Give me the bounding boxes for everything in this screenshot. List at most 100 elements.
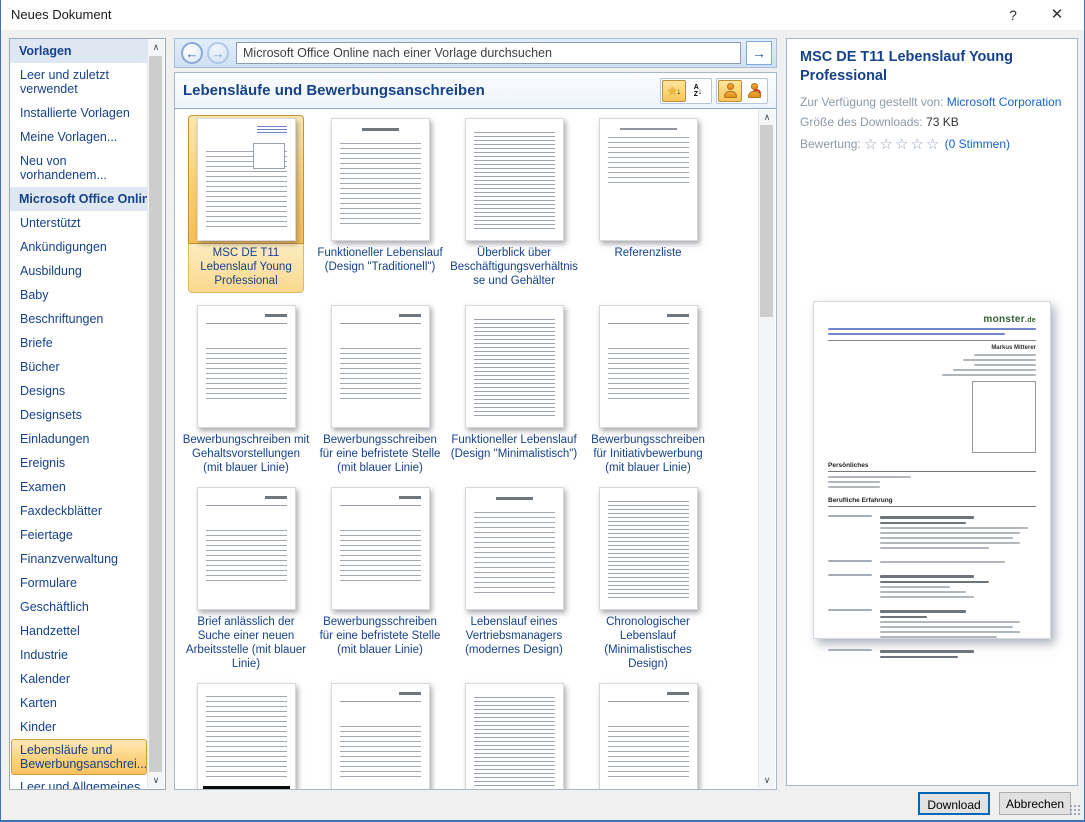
template-item[interactable] — [581, 680, 715, 790]
search-input[interactable] — [236, 42, 741, 64]
sidebar-item[interactable]: Finanzverwaltung — [10, 547, 148, 571]
resize-grip[interactable] — [1069, 804, 1081, 816]
scroll-up-icon[interactable]: ∧ — [148, 40, 164, 55]
template-thumbnail-frame — [188, 302, 304, 431]
template-grid: MSC DE T11 Lebenslauf Young Professional… — [175, 110, 758, 789]
template-thumbnail — [465, 305, 564, 428]
template-thumbnail-frame — [456, 115, 572, 244]
show-customer-templates-button[interactable] — [718, 80, 742, 102]
dialog-title: Neues Dokument — [11, 7, 111, 22]
sidebar-item[interactable]: Unterstützt — [10, 211, 148, 235]
help-icon[interactable]: ? — [1002, 5, 1024, 25]
sidebar-item[interactable]: Examen — [10, 475, 148, 499]
template-item[interactable]: Funktioneller Lebenslauf (Design "Tradit… — [313, 115, 447, 293]
sidebar-item[interactable]: Kalender — [10, 667, 148, 691]
go-icon: → — [752, 45, 766, 61]
template-item[interactable]: Funktioneller Lebenslauf (Design "Minima… — [447, 302, 581, 475]
sidebar-item[interactable]: Neu von vorhandenem... — [10, 149, 148, 187]
sidebar-scroll-thumb[interactable] — [149, 56, 162, 772]
template-item[interactable]: Bewerbungschreiben mit Gehaltsvorstellun… — [179, 302, 313, 475]
sidebar-group-header: Vorlagen — [10, 39, 148, 63]
sidebar-item[interactable]: Kinder — [10, 715, 148, 739]
template-item[interactable]: Chronologischer Lebenslauf (Minimalistis… — [581, 484, 715, 671]
template-thumbnail-frame — [322, 680, 438, 790]
rating-label: Bewertung: — [800, 137, 861, 151]
sidebar-item[interactable]: Designsets — [10, 403, 148, 427]
template-item[interactable]: Bewerbungsschreiben für Initiativbewerbu… — [581, 302, 715, 475]
template-thumbnail — [599, 487, 698, 610]
template-item[interactable] — [179, 680, 313, 790]
template-details-panel: MSC DE T11 Lebenslauf Young Professional… — [786, 38, 1078, 786]
sidebar-item[interactable]: Bücher — [10, 355, 148, 379]
template-caption: Referenzliste — [583, 246, 713, 260]
template-thumbnail-frame — [188, 680, 304, 790]
template-item[interactable]: Referenzliste — [581, 115, 715, 293]
sidebar-item[interactable]: Designs — [10, 379, 148, 403]
scroll-down-icon[interactable]: ∨ — [759, 773, 775, 788]
template-item[interactable]: Bewerbungsschreiben für eine befristete … — [313, 484, 447, 671]
search-go-button[interactable]: → — [746, 41, 772, 65]
sort-alphabetical-button[interactable]: AZ ↓ — [686, 80, 710, 102]
template-thumbnail-frame — [590, 484, 706, 613]
sidebar-item[interactable]: Ereignis — [10, 451, 148, 475]
template-thumbnail — [197, 118, 296, 241]
template-caption: Brief anlässlich der Suche einer neuen A… — [181, 615, 311, 671]
sidebar-item[interactable]: Beschriftungen — [10, 307, 148, 331]
template-item[interactable]: Überblick über Beschäftigungsverhältniss… — [447, 115, 581, 293]
sidebar-scrollbar[interactable]: ∧ ∨ — [147, 40, 164, 788]
template-thumbnail — [465, 683, 564, 790]
grid-scrollbar[interactable]: ∧ ∨ — [758, 110, 775, 788]
template-item[interactable] — [447, 680, 581, 790]
photo-placeholder — [972, 381, 1036, 453]
sidebar-item[interactable]: Briefe — [10, 331, 148, 355]
monster-logo: monster.de — [828, 314, 1036, 325]
new-document-dialog: Neues Dokument ? ✕ VorlagenLeer und zule… — [0, 0, 1085, 822]
back-button[interactable]: ← — [181, 42, 203, 64]
template-thumbnail-frame — [322, 115, 438, 244]
template-item[interactable]: Bewerbungsschreiben für eine befristete … — [313, 302, 447, 475]
template-category-sidebar: VorlagenLeer und zuletzt verwendetInstal… — [9, 38, 166, 790]
template-item[interactable]: Brief anlässlich der Suche einer neuen A… — [179, 484, 313, 671]
template-title: MSC DE T11 Lebenslauf Young Professional — [800, 48, 1064, 86]
template-thumbnail-frame — [456, 484, 572, 613]
sidebar-item[interactable]: Geschäftlich — [10, 595, 148, 619]
person-x-icon: × — [748, 83, 761, 98]
sidebar-item[interactable]: Meine Vorlagen... — [10, 125, 148, 149]
forward-button[interactable]: → — [207, 42, 229, 64]
sidebar-item[interactable]: Handzettel — [10, 619, 148, 643]
preview-wrap: monster.de Markus Mitterer Persönliches … — [813, 301, 1051, 639]
sidebar-item[interactable]: Installierte Vorlagen — [10, 101, 148, 125]
provider-link[interactable]: Microsoft Corporation — [947, 95, 1062, 109]
template-caption: Überblick über Beschäftigungsverhältniss… — [449, 246, 579, 288]
sidebar-item[interactable]: Lebensläufe und Bewerbungsanschrei... — [11, 739, 147, 775]
hide-customer-templates-button[interactable]: × — [742, 80, 766, 102]
sidebar-item[interactable]: Faxdeckblätter — [10, 499, 148, 523]
sidebar-item[interactable]: Einladungen — [10, 427, 148, 451]
cancel-button[interactable]: Abbrechen — [999, 792, 1071, 815]
sidebar-item[interactable]: Leer und Allgemeines — [10, 775, 148, 789]
sidebar-item[interactable]: Baby — [10, 283, 148, 307]
download-button[interactable]: Download — [918, 792, 990, 815]
scroll-down-icon[interactable]: ∨ — [148, 773, 164, 788]
arrow-down-icon: ↓ — [698, 86, 703, 96]
sort-by-rating-button[interactable]: ★ ↓ — [662, 80, 686, 102]
template-item[interactable] — [313, 680, 447, 790]
sidebar-item[interactable]: Ankündigungen — [10, 235, 148, 259]
sidebar-item[interactable]: Industrie — [10, 643, 148, 667]
template-item[interactable]: Lebenslauf eines Vertriebsmanagers (mode… — [447, 484, 581, 671]
template-thumbnail — [197, 487, 296, 610]
template-thumbnail — [599, 118, 698, 241]
sidebar-item[interactable]: Formulare — [10, 571, 148, 595]
template-thumbnail — [331, 305, 430, 428]
template-thumbnail-frame — [590, 115, 706, 244]
sidebar-item[interactable]: Ausbildung — [10, 259, 148, 283]
template-caption: Bewerbungsschreiben für Initiativbewerbu… — [583, 433, 713, 475]
grid-scroll-thumb[interactable] — [760, 125, 773, 317]
close-icon[interactable]: ✕ — [1046, 5, 1068, 25]
template-thumbnail-frame — [322, 302, 438, 431]
sidebar-item[interactable]: Leer und zuletzt verwendet — [10, 63, 148, 101]
sidebar-item[interactable]: Feiertage — [10, 523, 148, 547]
sidebar-item[interactable]: Karten — [10, 691, 148, 715]
scroll-up-icon[interactable]: ∧ — [759, 110, 775, 125]
template-item[interactable]: MSC DE T11 Lebenslauf Young Professional — [179, 115, 313, 293]
